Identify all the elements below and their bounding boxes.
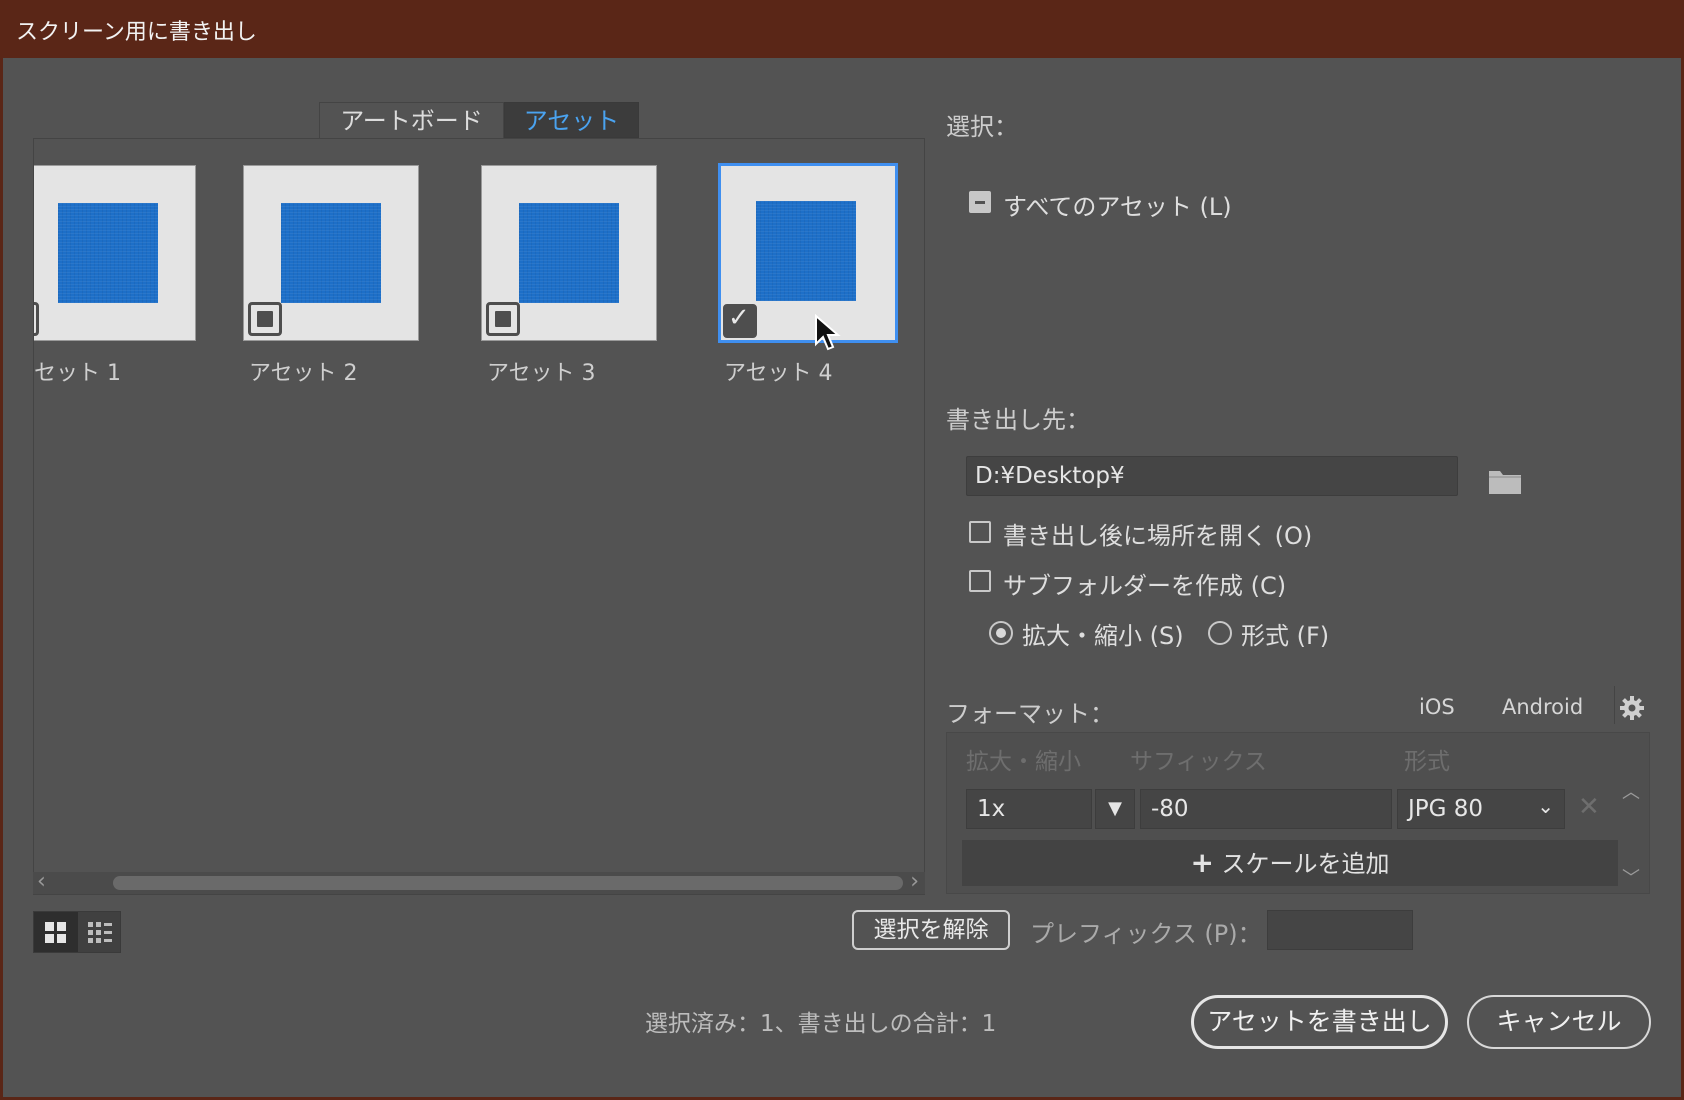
scale-dropdown-button[interactable]: ▼ bbox=[1095, 789, 1135, 829]
folder-icon[interactable] bbox=[1488, 467, 1522, 495]
caret-down-icon: ▼ bbox=[1108, 798, 1122, 819]
suffix-input[interactable]: -80 bbox=[1140, 789, 1392, 829]
prefix-label: プレフィックス (P)： bbox=[1030, 920, 1262, 948]
plus-icon: + bbox=[1190, 846, 1214, 879]
gear-icon[interactable] bbox=[1619, 695, 1645, 721]
asset-label: アセット 2 bbox=[249, 361, 358, 386]
asset-label: セット 1 bbox=[34, 361, 121, 386]
grid-view-icon[interactable] bbox=[34, 912, 78, 952]
format-select[interactable]: JPG 80 ⌄ bbox=[1397, 789, 1565, 829]
asset-checkbox-checked[interactable] bbox=[723, 303, 757, 338]
format-radio-label: 形式 (F) bbox=[1241, 622, 1330, 650]
create-subfolder-label: サブフォルダーを作成 (C) bbox=[1003, 572, 1287, 600]
title-bar: スクリーン用に書き出し bbox=[0, 0, 1684, 58]
open-after-export-checkbox[interactable] bbox=[969, 521, 991, 543]
asset-label: アセット 4 bbox=[724, 361, 833, 386]
create-subfolder-checkbox[interactable] bbox=[969, 570, 991, 592]
all-assets-label: すべてのアセット (L) bbox=[1003, 193, 1232, 221]
column-header-suffix: サフィックス bbox=[1130, 749, 1267, 775]
ios-preset-button[interactable]: iOS bbox=[1419, 695, 1455, 719]
scroll-up-icon[interactable]: ︿ bbox=[1622, 778, 1640, 804]
all-assets-checkbox[interactable] bbox=[969, 191, 991, 213]
asset-thumbnail[interactable] bbox=[481, 165, 657, 341]
add-scale-label: スケールを追加 bbox=[1221, 850, 1390, 878]
horizontal-scrollbar[interactable]: ‹ › bbox=[33, 869, 925, 894]
asset-checkbox[interactable] bbox=[486, 302, 520, 336]
format-radio[interactable] bbox=[1208, 621, 1232, 645]
scale-radio-label: 拡大・縮小 (S) bbox=[1022, 622, 1184, 650]
asset-thumbnail-selected[interactable] bbox=[718, 163, 898, 343]
view-toggle bbox=[33, 911, 121, 953]
scroll-down-icon[interactable]: ﹀ bbox=[1622, 864, 1640, 890]
asset-thumbnail[interactable] bbox=[34, 165, 196, 341]
mouse-cursor-icon bbox=[815, 314, 841, 351]
deselect-button[interactable]: 選択を解除 bbox=[852, 910, 1010, 950]
list-view-icon[interactable] bbox=[78, 912, 122, 952]
scale-radio[interactable] bbox=[989, 621, 1013, 645]
column-header-scale: 拡大・縮小 bbox=[966, 749, 1081, 775]
selection-heading: 選択： bbox=[946, 113, 1018, 141]
window-title: スクリーン用に書き出し bbox=[16, 20, 257, 45]
scroll-left-icon[interactable]: ‹ bbox=[37, 869, 46, 894]
prefix-input[interactable] bbox=[1267, 910, 1413, 950]
asset-checkbox[interactable] bbox=[34, 302, 39, 336]
asset-thumbnail[interactable] bbox=[243, 165, 419, 341]
asset-preview bbox=[58, 203, 158, 303]
add-scale-button[interactable]: + スケールを追加 bbox=[962, 840, 1618, 886]
format-select-value: JPG 80 bbox=[1408, 796, 1484, 822]
status-text: 選択済み：1、書き出しの合計：1 bbox=[645, 1011, 997, 1037]
asset-preview bbox=[756, 201, 856, 301]
asset-checkbox[interactable] bbox=[248, 302, 282, 336]
formats-heading: フォーマット： bbox=[946, 700, 1114, 728]
column-header-format: 形式 bbox=[1404, 749, 1450, 775]
asset-preview bbox=[519, 203, 619, 303]
asset-preview bbox=[281, 203, 381, 303]
android-preset-button[interactable]: Android bbox=[1502, 695, 1583, 719]
asset-label: アセット 3 bbox=[487, 361, 596, 386]
chevron-down-icon: ⌄ bbox=[1537, 794, 1554, 818]
open-after-export-label: 書き出し後に場所を開く (O) bbox=[1003, 522, 1313, 550]
export-to-heading: 書き出し先： bbox=[946, 406, 1090, 434]
destination-path-input[interactable]: D:¥Desktop¥ bbox=[966, 456, 1458, 496]
asset-grid: セット 1 アセット 2 アセット 3 アセット 4 bbox=[33, 138, 925, 895]
scrollbar-thumb[interactable] bbox=[113, 876, 903, 890]
scroll-right-icon[interactable]: › bbox=[910, 869, 919, 894]
scale-input[interactable]: 1x bbox=[966, 789, 1092, 829]
cancel-button[interactable]: キャンセル bbox=[1467, 995, 1651, 1049]
remove-format-icon[interactable]: ✕ bbox=[1578, 792, 1600, 822]
export-assets-button[interactable]: アセットを書き出し bbox=[1191, 995, 1448, 1049]
tab-artboards[interactable]: アートボード bbox=[319, 102, 504, 138]
tab-assets[interactable]: アセット bbox=[504, 102, 639, 138]
